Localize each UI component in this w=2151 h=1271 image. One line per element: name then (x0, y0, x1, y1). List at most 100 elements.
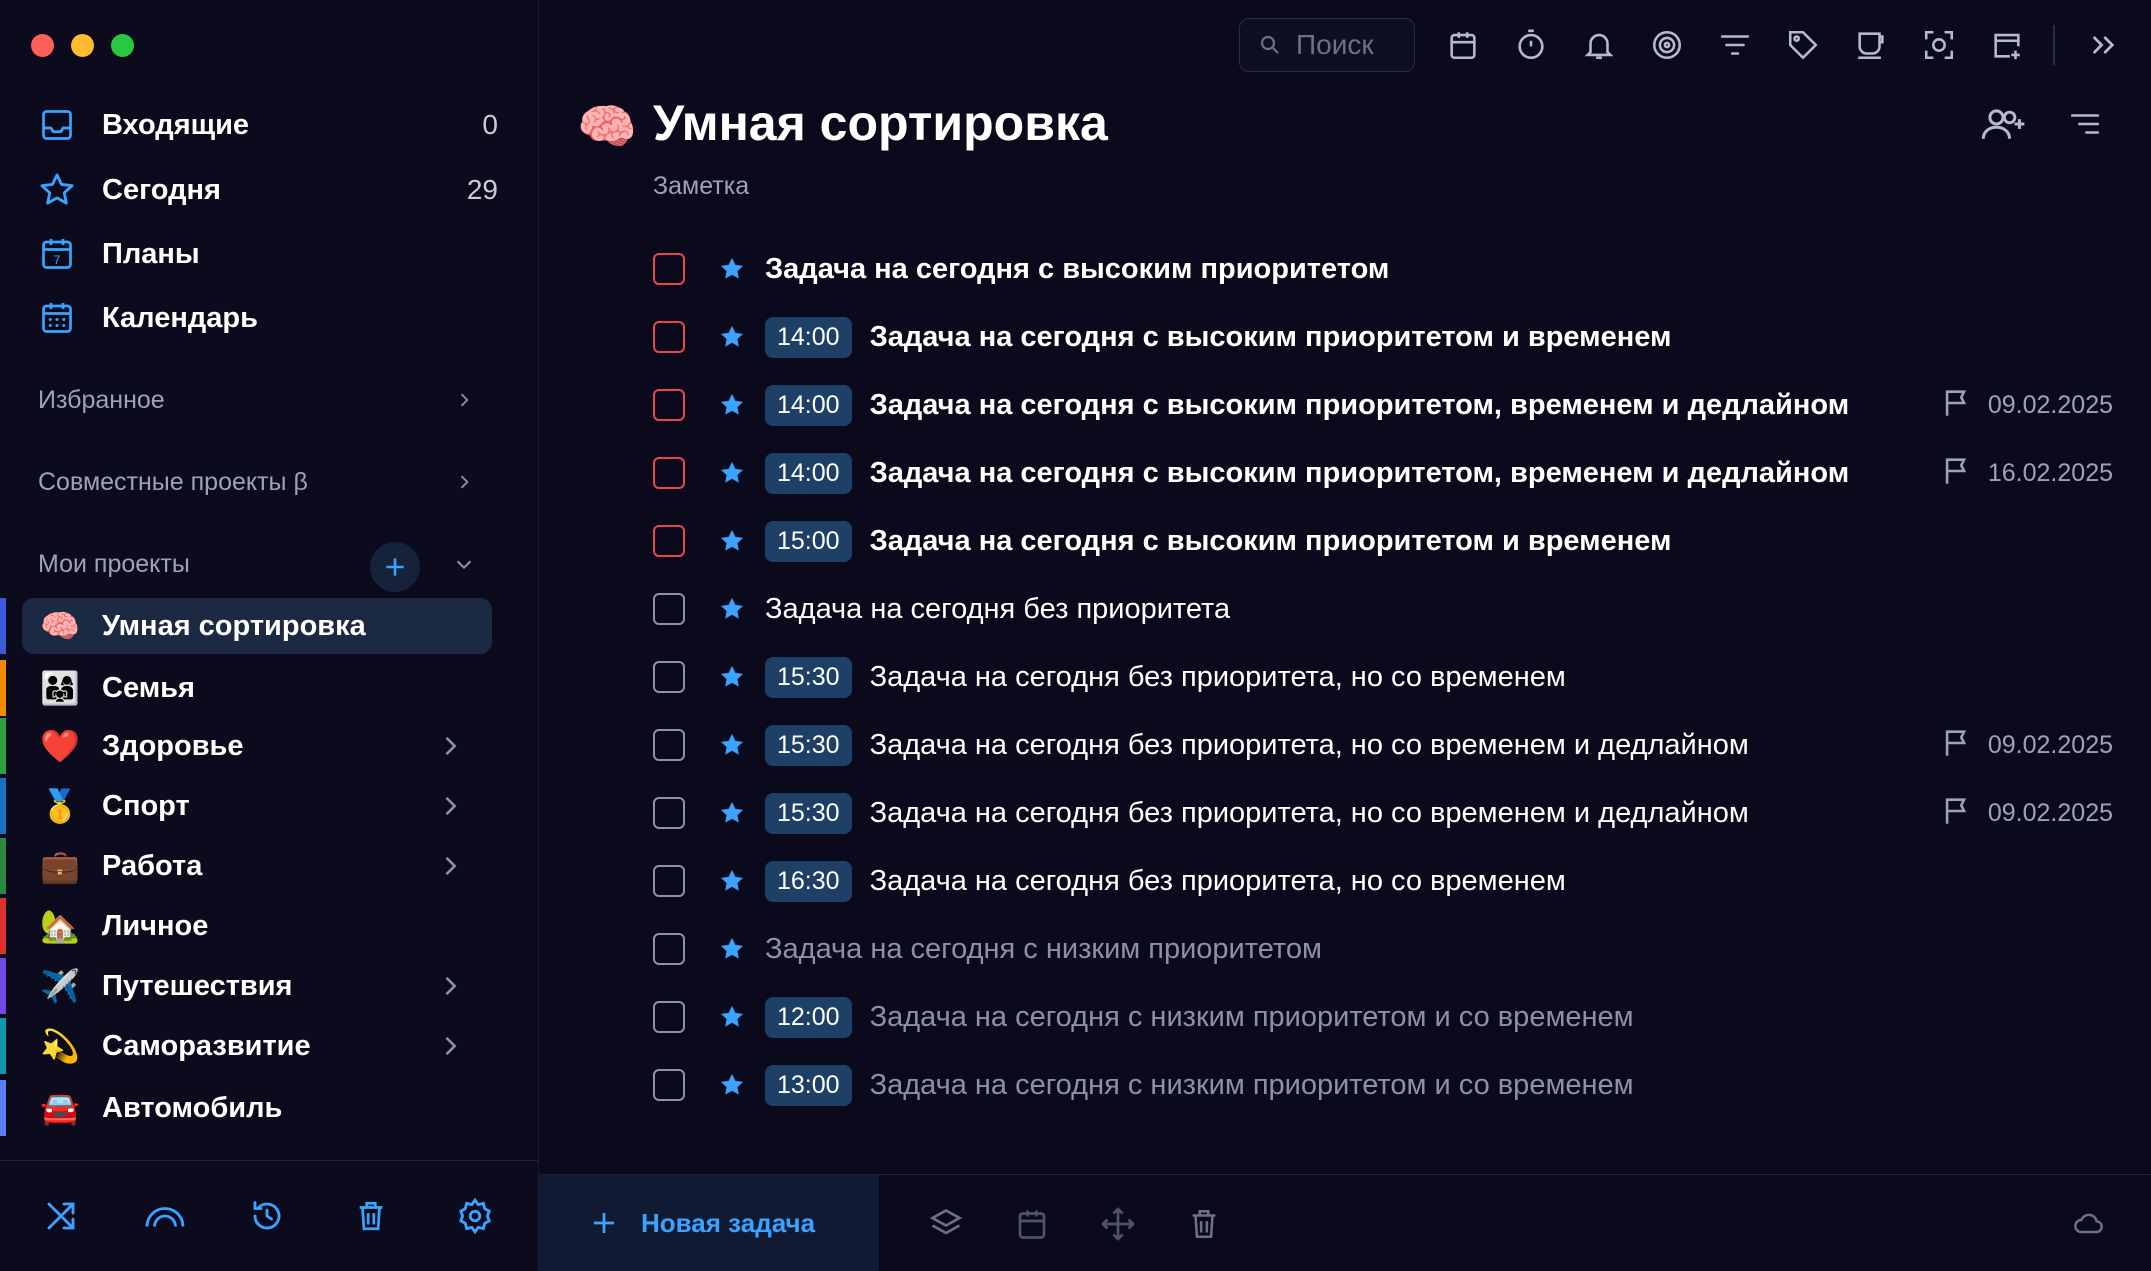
task-title: Задача на сегодня с высоким приоритетом,… (869, 388, 1850, 421)
task-checkbox[interactable] (653, 661, 685, 693)
task-title: Задача на сегодня с низким приоритетом (765, 932, 1322, 965)
new-task-button[interactable]: Новая задача (539, 1175, 879, 1271)
project-note[interactable]: Заметка (653, 172, 749, 201)
project-item-smart-sort[interactable]: 🧠 Умная сортировка (0, 598, 492, 654)
task-checkbox[interactable] (653, 525, 685, 557)
today-star-icon (717, 1002, 747, 1032)
task-deadline: 09.02.2025 (1940, 386, 2113, 425)
section-favorites[interactable]: Избранное (38, 378, 478, 422)
task-row[interactable]: 15:30 Задача на сегодня без приоритета, н… (653, 717, 2113, 773)
task-checkbox[interactable] (653, 1069, 685, 1101)
task-row[interactable]: Задача на сегодня с низким приоритетом (653, 921, 2113, 977)
layers-icon[interactable] (921, 1199, 971, 1249)
task-time-badge: 16:30 (765, 860, 852, 902)
tag-icon[interactable] (1783, 25, 1823, 65)
calendar-icon[interactable] (1443, 25, 1483, 65)
deadline-date: 09.02.2025 (1987, 390, 2113, 419)
task-checkbox[interactable] (653, 457, 685, 489)
task-checkbox[interactable] (653, 865, 685, 897)
task-row[interactable]: Задача на сегодня с высоким приоритетом (653, 241, 2113, 297)
trash-icon[interactable] (346, 1191, 396, 1241)
today-star-icon (717, 662, 747, 692)
project-item-personal[interactable]: 🏡 Личное (0, 898, 492, 954)
task-row[interactable]: 15:30 Задача на сегодня без приоритета, н… (653, 649, 2113, 705)
task-row[interactable]: 14:00 Задача на сегодня с высоким приорит… (653, 377, 2113, 433)
chevron-right-icon[interactable] (436, 1032, 464, 1060)
task-checkbox[interactable] (653, 1001, 685, 1033)
project-item-car[interactable]: 🚘 Автомобиль (0, 1080, 492, 1136)
today-star-icon (717, 254, 747, 284)
close-window-button[interactable] (31, 34, 54, 57)
history-icon[interactable] (242, 1191, 292, 1241)
project-item-self-development[interactable]: 💫 Саморазвитие (0, 1018, 492, 1074)
task-checkbox[interactable] (653, 593, 685, 625)
today-star-icon (717, 390, 747, 420)
project-label: Здоровье (102, 729, 244, 762)
task-row[interactable]: 13:00 Задача на сегодня с низким приорите… (653, 1057, 2113, 1113)
bell-icon[interactable] (1579, 25, 1619, 65)
task-row[interactable]: Задача на сегодня без приоритета (653, 581, 2113, 637)
section-shared-projects[interactable]: Совместные проекты β (38, 460, 478, 504)
task-checkbox[interactable] (653, 253, 685, 285)
project-color-bar (0, 1018, 6, 1074)
task-row[interactable]: 12:00 Задача на сегодня с низким приорите… (653, 989, 2113, 1045)
task-title: Задача на сегодня с высоким приоритетом (765, 252, 1390, 285)
chevron-down-icon[interactable] (450, 550, 478, 578)
project-item-health[interactable]: ❤️ Здоровье (0, 718, 492, 774)
chevron-right-icon[interactable] (436, 972, 464, 1000)
timer-icon[interactable] (1511, 25, 1551, 65)
task-row[interactable]: 16:30 Задача на сегодня без приоритета, н… (653, 853, 2113, 909)
nav-inbox[interactable]: Входящие 0 (38, 99, 498, 151)
calendar-icon[interactable] (1007, 1199, 1057, 1249)
minimize-window-button[interactable] (71, 34, 94, 57)
nav-calendar-label: Календарь (102, 301, 258, 334)
add-project-button[interactable] (370, 542, 420, 592)
nav-plans[interactable]: 7 Планы (38, 228, 498, 280)
filter-icon[interactable] (1715, 25, 1755, 65)
maximize-window-button[interactable] (111, 34, 134, 57)
brain-icon: 🧠 (40, 607, 80, 645)
nav-today-label: Сегодня (102, 173, 221, 206)
task-checkbox[interactable] (653, 389, 685, 421)
screenshot-icon[interactable] (1919, 25, 1959, 65)
top-toolbar: Поиск (1239, 16, 2123, 74)
trash-icon[interactable] (1179, 1199, 1229, 1249)
task-checkbox[interactable] (653, 729, 685, 761)
project-item-family[interactable]: 👨‍👩‍👧 Семья (0, 660, 492, 716)
add-user-icon[interactable] (1979, 104, 2027, 144)
settings-gear-icon[interactable] (450, 1191, 500, 1241)
task-deadline: 16.02.2025 (1940, 454, 2113, 493)
cloud-sync-icon[interactable] (2063, 1199, 2113, 1249)
search-input[interactable]: Поиск (1239, 18, 1415, 72)
car-icon: 🚘 (40, 1089, 80, 1127)
project-item-travel[interactable]: ✈️ Путешествия (0, 958, 492, 1014)
shuffle-icon[interactable] (36, 1191, 86, 1241)
family-icon: 👨‍👩‍👧 (40, 669, 80, 707)
nav-today[interactable]: Сегодня 29 (38, 164, 498, 216)
coffee-cup-icon[interactable] (1851, 25, 1891, 65)
nav-calendar[interactable]: Календарь (38, 292, 498, 344)
chevron-right-icon[interactable] (436, 792, 464, 820)
move-icon[interactable] (1093, 1199, 1143, 1249)
task-row[interactable]: 14:00 Задача на сегодня с высоким приорит… (653, 445, 2113, 501)
sort-menu-icon[interactable] (2061, 104, 2109, 144)
task-checkbox[interactable] (653, 797, 685, 829)
task-row[interactable]: 15:30 Задача на сегодня без приоритета, н… (653, 785, 2113, 841)
double-chevron-right-icon[interactable] (2083, 25, 2123, 65)
chevron-right-icon[interactable] (436, 732, 464, 760)
task-checkbox[interactable] (653, 933, 685, 965)
task-deadline: 09.02.2025 (1940, 726, 2113, 765)
project-item-work[interactable]: 💼 Работа (0, 838, 492, 894)
rainbow-icon[interactable] (140, 1191, 190, 1241)
chevron-right-icon[interactable] (436, 852, 464, 880)
task-row[interactable]: 15:00 Задача на сегодня с высоким приорит… (653, 513, 2113, 569)
project-label: Саморазвитие (102, 1029, 311, 1062)
project-label: Спорт (102, 789, 190, 822)
focus-target-icon[interactable] (1647, 25, 1687, 65)
medal-icon: 🥇 (40, 787, 80, 825)
task-checkbox[interactable] (653, 321, 685, 353)
project-item-sport[interactable]: 🥇 Спорт (0, 778, 492, 834)
task-row[interactable]: 14:00 Задача на сегодня с высоким приорит… (653, 309, 2113, 365)
add-window-icon[interactable] (1987, 25, 2027, 65)
today-star-icon (717, 730, 747, 760)
